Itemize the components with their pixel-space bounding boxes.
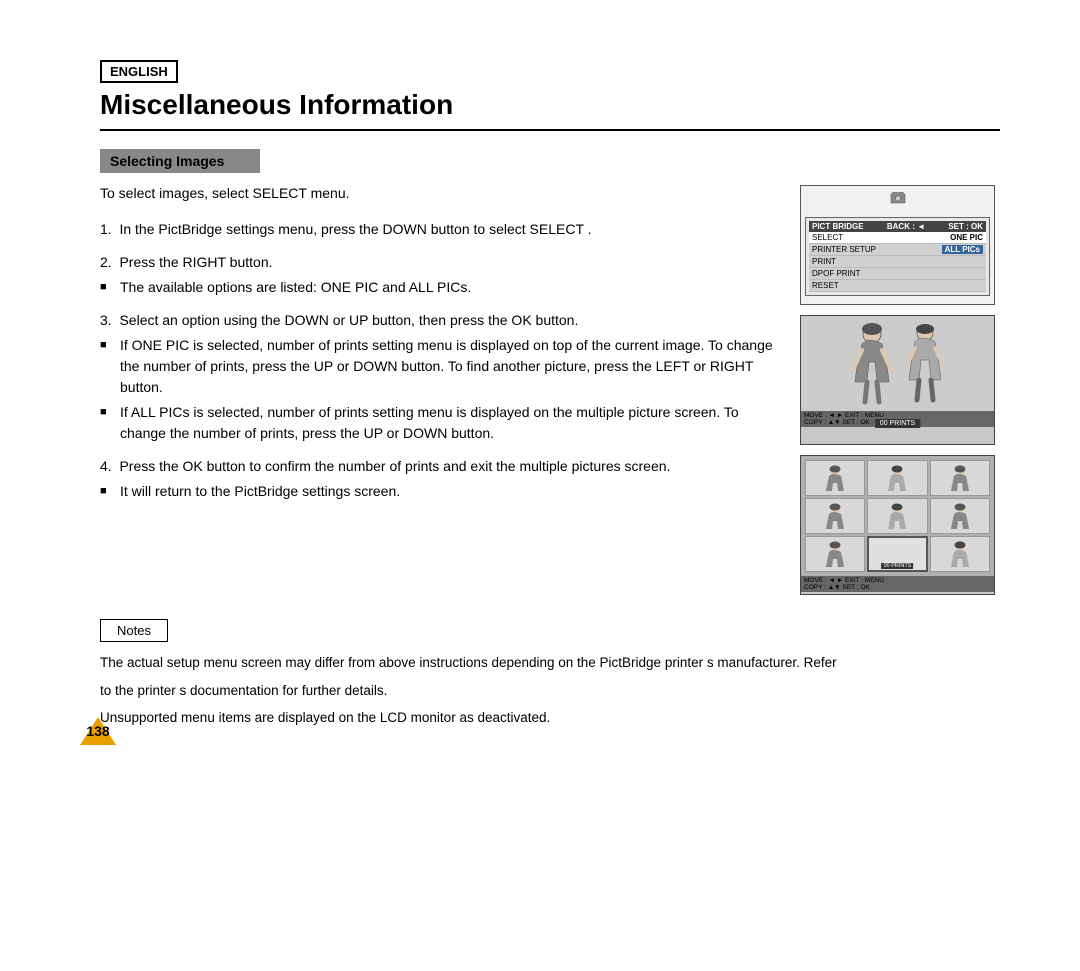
grid-cell-9 — [930, 536, 990, 572]
grid-cell-3 — [930, 460, 990, 496]
notes-section: Notes The actual setup menu screen may d… — [100, 619, 1000, 729]
figure-male — [903, 322, 948, 407]
grid-figure-3 — [945, 463, 975, 493]
multi-control-1: MOVE : ◄ ► EXIT : MENU — [804, 577, 991, 584]
step-2: 2. Press the RIGHT button. The available… — [100, 252, 780, 298]
step-4-text: Press the OK button to confirm the numbe… — [119, 458, 670, 474]
notes-badge: Notes — [100, 619, 168, 642]
section-heading: Selecting Images — [100, 149, 260, 173]
grid-figure-9 — [945, 539, 975, 569]
single-prints-label: 00 PRINTS — [875, 419, 920, 428]
menu-row-dpof-label: DPOF PRINT — [812, 269, 860, 278]
multi-screen-controls: MOVE : ◄ ► EXIT : MENU COPY : ▲▼ SET : O… — [801, 576, 994, 592]
cam-icon — [805, 190, 990, 209]
camera-icon — [890, 192, 906, 204]
step-1-number: 1. — [100, 221, 116, 237]
figure-female — [847, 322, 897, 407]
grid-figure-4 — [820, 501, 850, 531]
pict-menu-set: SET : OK — [948, 222, 983, 231]
grid-cell-5 — [867, 498, 927, 534]
step-4-number: 4. — [100, 458, 116, 474]
step-2-number: 2. — [100, 254, 116, 270]
grid-cell-8: 00 PRINTS — [867, 536, 927, 572]
grid-cell-6 — [930, 498, 990, 534]
english-badge: ENGLISH — [100, 60, 178, 83]
pict-menu-header: PICT BRIDGE BACK : ◄ SET : OK — [809, 221, 986, 232]
menu-row-printer: PRINTER SETUP ALL PICs — [809, 244, 986, 256]
step-3-number: 3. — [100, 312, 116, 328]
step-2-text: Press the RIGHT button. — [119, 254, 272, 270]
grid-cell-4 — [805, 498, 865, 534]
step-3: 3. Select an option using the DOWN or UP… — [100, 310, 780, 444]
menu-row-print: PRINT — [809, 256, 986, 268]
intro-text: To select images, select SELECT menu. — [100, 185, 780, 201]
step-4-bullet-1: It will return to the PictBridge setting… — [100, 481, 780, 502]
step-3-text: Select an option using the DOWN or UP bu… — [119, 312, 578, 328]
grid-figure-7 — [820, 539, 850, 569]
page-container: ENGLISH Miscellaneous Information Select… — [0, 0, 1080, 775]
step-2-bullet-1: The available options are listed: ONE PI… — [100, 277, 780, 298]
content-area: To select images, select SELECT menu. 1.… — [100, 185, 1000, 595]
page-number: 138 — [86, 723, 109, 739]
multi-control-2: COPY : ▲▼ SET : OK — [804, 584, 991, 591]
notes-line-2: to the printer s documentation for furth… — [100, 680, 920, 702]
menu-row-reset: RESET — [809, 280, 986, 292]
step-1: 1. In the PictBridge settings menu, pres… — [100, 219, 780, 240]
grid-cell-7 — [805, 536, 865, 572]
text-column: To select images, select SELECT menu. 1.… — [100, 185, 780, 595]
diagram-multi-screen: 00 PRINTS MOVE : ◄ ► EXIT : MENU — [800, 455, 995, 595]
pict-menu-box: PICT BRIDGE BACK : ◄ SET : OK SELECT ONE… — [805, 217, 990, 296]
images-column: PICT BRIDGE BACK : ◄ SET : OK SELECT ONE… — [800, 185, 1000, 595]
page-title: Miscellaneous Information — [100, 89, 1000, 131]
multi-grid: 00 PRINTS — [801, 456, 994, 576]
menu-row-select: SELECT ONE PIC — [809, 232, 986, 244]
page-number-wrapper: 138 — [80, 717, 116, 745]
grid-figure-1 — [820, 463, 850, 493]
step-4: 4. Press the OK button to confirm the nu… — [100, 456, 780, 502]
menu-row-select-value: ONE PIC — [950, 233, 983, 242]
menu-row-reset-label: RESET — [812, 281, 839, 290]
step-3-bullet-1: If ONE PIC is selected, number of prints… — [100, 335, 780, 398]
step-1-text: In the PictBridge settings menu, press t… — [119, 221, 591, 237]
grid-cell-1 — [805, 460, 865, 496]
step-3-bullet-2: If ALL PICs is selected, number of print… — [100, 402, 780, 444]
pict-menu-rows: SELECT ONE PIC PRINTER SETUP ALL PICs PR… — [809, 232, 986, 292]
menu-row-printer-label: PRINTER SETUP — [812, 245, 876, 254]
grid-figure-5 — [882, 501, 912, 531]
english-badge-wrapper: ENGLISH — [100, 60, 1000, 89]
menu-row-printer-value: ALL PICs — [942, 245, 983, 254]
grid-figure-6 — [945, 501, 975, 531]
multi-prints-label: 00 PRINTS — [882, 563, 914, 569]
pict-menu-title: PICT BRIDGE — [812, 222, 864, 231]
diagram-pict-menu: PICT BRIDGE BACK : ◄ SET : OK SELECT ONE… — [800, 185, 995, 305]
pict-menu-back: BACK : ◄ — [887, 222, 925, 231]
menu-row-select-label: SELECT — [812, 233, 843, 242]
diagram-single-screen: 00 PRINTS MOVE : ◄ ► EXIT : MENU COPY : … — [800, 315, 995, 445]
page-number-area: 138 — [80, 717, 116, 745]
menu-row-dpof: DPOF PRINT — [809, 268, 986, 280]
notes-line-3: Unsupported menu items are displayed on … — [100, 707, 920, 729]
single-control-1: MOVE : ◄ ► EXIT : MENU — [804, 412, 991, 419]
grid-cell-2 — [867, 460, 927, 496]
menu-row-print-label: PRINT — [812, 257, 836, 266]
grid-figure-2 — [882, 463, 912, 493]
step-list: 1. In the PictBridge settings menu, pres… — [100, 219, 780, 502]
notes-line-1: The actual setup menu screen may differ … — [100, 652, 920, 674]
